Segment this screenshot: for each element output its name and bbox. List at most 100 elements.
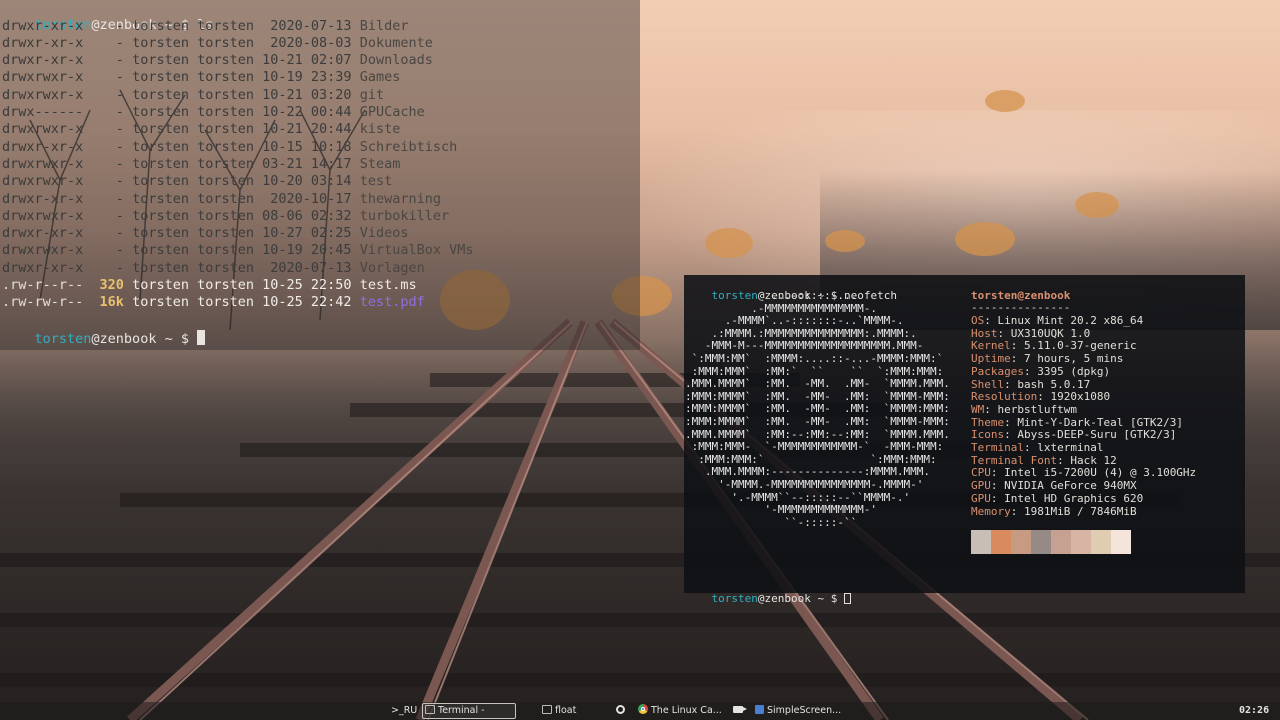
ls-entry-date: 10-22 00:44 [262, 104, 352, 120]
neofetch-info-key: Icons [971, 428, 1005, 442]
neofetch-info-value: Intel i5-7200U (4) @ 3.100GHz [1004, 466, 1197, 480]
gear-icon [616, 705, 625, 714]
ascii-logo-line: :MMM:MMMM` :MM. -MM- .MM: `MMMM-MMM: [685, 389, 950, 403]
ls-input-line[interactable]: torsten@zenbook ~ $ [2, 313, 206, 347]
taskbar-item-screencast[interactable]: SimpleScreen... [755, 704, 841, 718]
taskbar-settings[interactable] [616, 704, 625, 718]
ls-entry-size: - [91, 138, 124, 155]
ls-entry-name: Videos [359, 225, 409, 242]
taskbar-item-terminal[interactable]: Terminal - [422, 703, 516, 719]
neofetch-info-row: Host: UX310UQK 1.0 [971, 326, 1091, 340]
ls-entry-permissions: drwx------ [2, 104, 84, 120]
prompt-suffix: ~ $ [810, 592, 844, 605]
keyboard-layout-indicator[interactable]: >_RU [391, 704, 417, 718]
clock: 02:26 [1239, 705, 1270, 716]
window-icon [542, 705, 552, 714]
ls-entry-name: test.ms [359, 277, 417, 293]
ls-entry-owner: torsten torsten [132, 259, 254, 276]
ascii-logo-line: :MMM:MMM- `-MMMMMMMMMMMM-` -MMM-MMM: [685, 440, 944, 454]
ascii-logo-line: :MMM:MMM` :MM:` `` `` `:MMM:MMM: [685, 364, 944, 378]
neofetch-info-value: lxterminal [1037, 441, 1104, 454]
ls-entry-size: - [91, 34, 124, 51]
ls-entry-name: Bilder [359, 17, 409, 34]
ls-entry-owner: torsten torsten [132, 207, 254, 224]
ls-entry-date: 10-21 02:07 [262, 52, 352, 69]
color-swatch [1051, 530, 1071, 554]
taskbar-item-float[interactable]: float [542, 704, 576, 718]
ls-entry-row: drwx------ - torsten torsten 10-22 00:44… [2, 104, 425, 121]
neofetch-info-key: Kernel [971, 339, 1011, 353]
ls-entry-name: test [359, 173, 393, 190]
neofetch-info-key: Host [971, 326, 998, 340]
color-swatch [1111, 530, 1131, 554]
ls-entry-permissions: drwxr-xr-x [2, 17, 84, 34]
ls-entry-row: drwxr-xr-x - torsten torsten 2020-08-03 … [2, 35, 433, 52]
taskbar-camera[interactable] [733, 704, 747, 718]
ls-entry-size: - [91, 155, 124, 172]
ls-entry-row: drwxr-xr-x - torsten torsten 10-15 10:18… [2, 139, 457, 156]
terminal-icon [425, 705, 435, 714]
ls-entry-row: drwxrwxr-x - torsten torsten 10-19 23:39… [2, 69, 400, 86]
ls-entry-name: Schreibtisch [359, 138, 458, 155]
taskbar-item-browser[interactable]: The Linux Ca... [638, 704, 722, 718]
ls-entry-name: Steam [359, 155, 401, 172]
ls-entry-date: 03-21 14:17 [262, 155, 352, 172]
ls-entry-date: 2020-07-13 [262, 259, 352, 276]
ls-entry-date: 2020-07-13 [262, 17, 352, 34]
terminal-window-ls[interactable]: torsten@zenbook ~ $ ls drwxr-xr-x - tors… [0, 0, 640, 350]
ls-entry-owner: torsten torsten [132, 52, 254, 69]
ls-entry-permissions: drwxrwxr-x [2, 242, 84, 259]
prompt-host: @zenbook [91, 331, 157, 347]
ls-entry-permissions: drwxrwxr-x [2, 86, 84, 103]
ls-entry-row: drwxr-xr-x - torsten torsten 2020-07-13 … [2, 260, 425, 277]
ls-entry-date: 2020-08-03 [262, 34, 352, 51]
ls-entry-owner: torsten torsten [132, 121, 254, 138]
neofetch-info-row: Memory: 1981MiB / 7846MiB [971, 504, 1137, 518]
ls-entry-row: drwxrwxr-x - torsten torsten 10-20 03:14… [2, 173, 392, 190]
ls-entry-size: - [91, 242, 124, 259]
neofetch-info-value: Linux Mint 20.2 x86_64 [997, 314, 1144, 327]
ls-entry-date: 10-27 02:25 [262, 225, 352, 242]
neofetch-info-value: 3395 (dpkg) [1037, 364, 1111, 378]
ls-command-line: torsten@zenbook ~ $ ls [2, 0, 214, 33]
color-swatch [1071, 530, 1091, 554]
ls-entry-owner: torsten torsten [132, 86, 254, 103]
ls-entry-name: turbokiller [359, 207, 450, 224]
ascii-logo-line: .MMM.MMMM` :MM. -MM. .MM- `MMMM.MMM. [685, 377, 950, 391]
neofetch-info-row: Terminal: lxterminal [971, 441, 1104, 454]
ls-entry-date: 10-21 20:44 [262, 121, 352, 138]
ls-entry-row: drwxrwxr-x - torsten torsten 10-19 20:45… [2, 242, 473, 259]
ascii-logo-line: '-MMMMMMMMMMMMM-' [685, 503, 878, 517]
ls-entry-size: - [91, 190, 124, 207]
neofetch-input-line[interactable]: torsten@zenbook ~ $ [685, 579, 851, 605]
neofetch-info-row: OS: Linux Mint 20.2 x86_64 [971, 314, 1144, 327]
ls-entry-owner: torsten torsten [132, 294, 254, 311]
ls-entry-permissions: .rw-r--r-- [2, 277, 84, 293]
ascii-logo-line: .MMM.MMMM:--------------:MMMM.MMM. [685, 465, 931, 479]
neofetch-info-key: Resolution [971, 390, 1038, 404]
ls-entry-permissions: drwxr-xr-x [2, 34, 84, 51]
ls-entry-size: - [91, 173, 124, 190]
ascii-logo-line: `:MMM:MM` :MMMM:....::-...-MMMM:MMM:` [685, 352, 944, 365]
neofetch-info-key: Memory [971, 504, 1011, 518]
ls-entry-row: drwxr-xr-x - torsten torsten 10-21 02:07… [2, 52, 433, 69]
neofetch-info-key: WM [971, 402, 985, 416]
ascii-logo-line: '.-MMMM``--:::::--``MMMM-.' [685, 490, 911, 504]
neofetch-info-value: 1981MiB / 7846MiB [1024, 504, 1137, 518]
neofetch-info-row: Uptime: 7 hours, 5 mins [971, 352, 1124, 366]
ls-entry-name: test.pdf [359, 294, 425, 311]
neofetch-info-key: CPU [971, 466, 991, 480]
prompt-user: torsten [34, 331, 92, 347]
terminal-window-neofetch[interactable]: torsten@zenbook ~ $ neofetch ...-:::::-.… [684, 275, 1245, 605]
ls-entry-owner: torsten torsten [132, 155, 254, 172]
neofetch-info-row: Terminal Font: Hack 12 [971, 453, 1117, 467]
color-swatch [1091, 530, 1111, 554]
ls-entry-permissions: drwxr-xr-x [2, 52, 84, 69]
taskbar-item-label: Terminal - [438, 705, 485, 716]
ls-entry-owner: torsten torsten [132, 17, 254, 34]
ls-entry-size: - [91, 17, 124, 34]
ls-entry-size: - [91, 86, 124, 103]
ls-entry-permissions: drwxr-xr-x [2, 259, 84, 276]
color-swatch [991, 530, 1011, 554]
ls-entry-row: .rw-r--r-- 320 torsten torsten 10-25 22:… [2, 277, 417, 294]
